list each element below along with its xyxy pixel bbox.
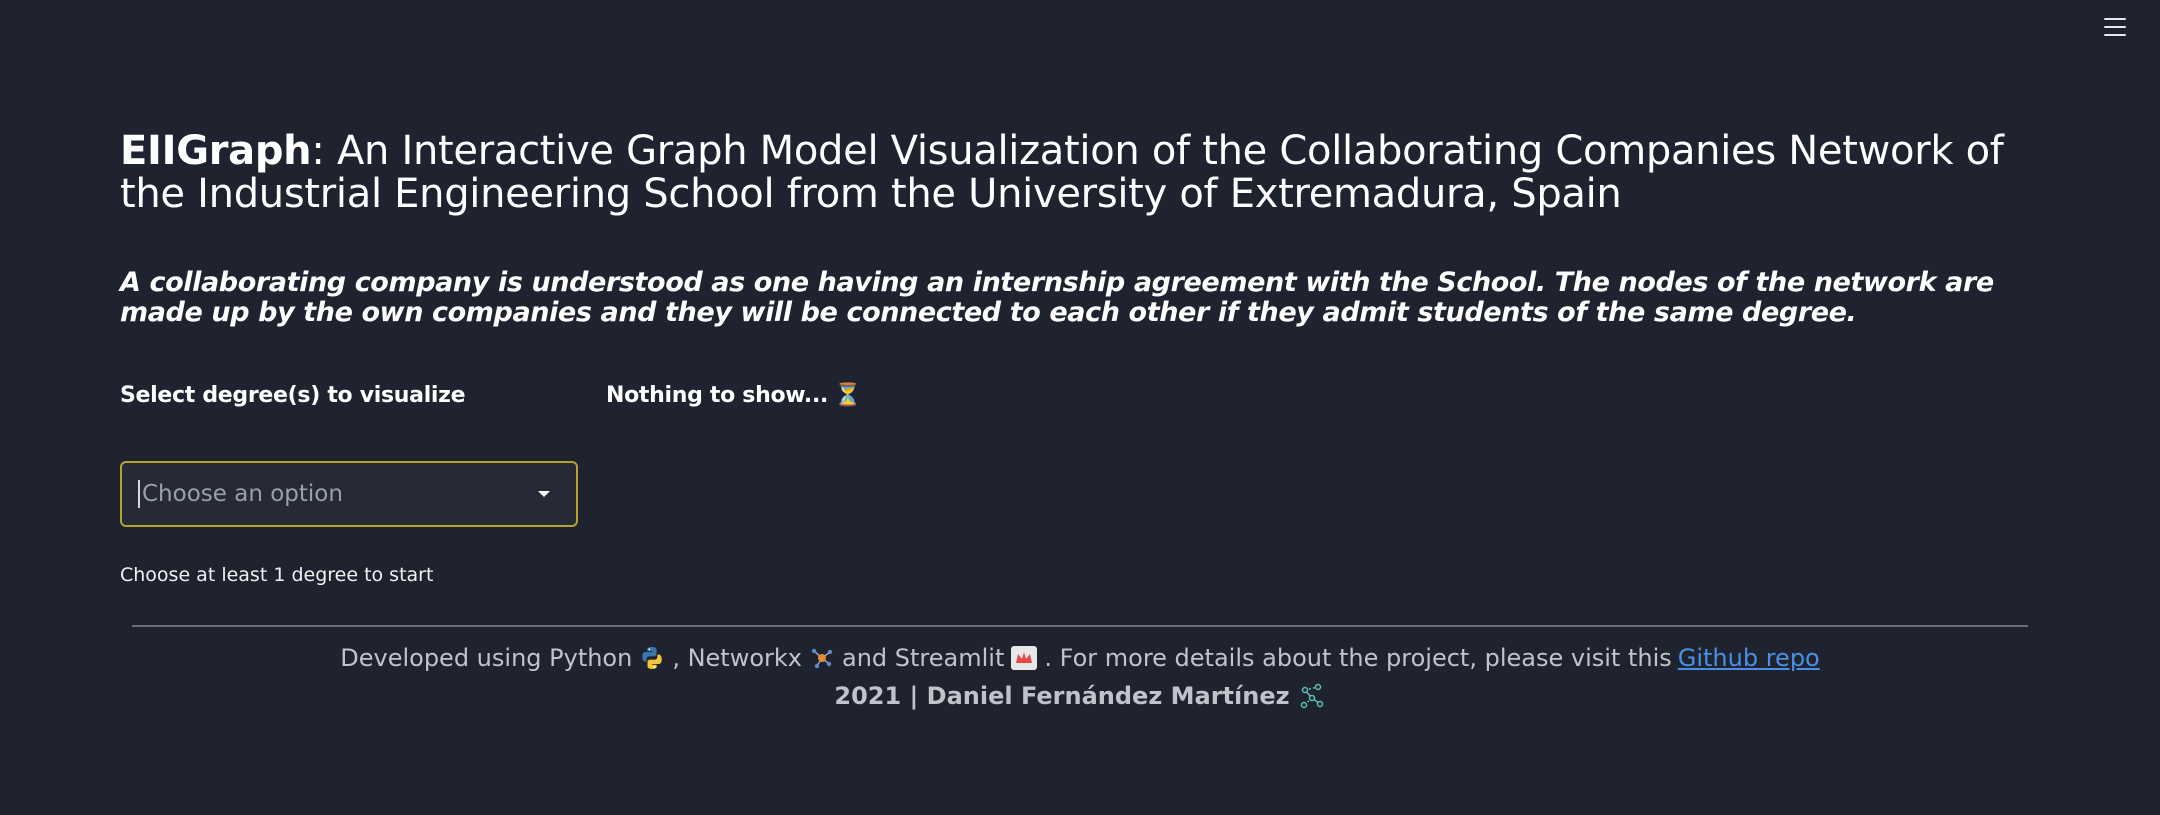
status-text: Nothing to show... (606, 383, 829, 408)
degree-select-label: Select degree(s) to visualize (120, 383, 466, 408)
page-title: EIIGraph: An Interactive Graph Model Vis… (120, 130, 2040, 216)
footer-developed-using: Developed using Python (340, 644, 633, 672)
chevron-down-icon[interactable] (538, 491, 550, 497)
footer-credits: Developed using Python , Networkx and St… (0, 644, 2160, 672)
title-description: : An Interactive Graph Model Visualizati… (120, 128, 2004, 217)
subtitle-emphasis: internship (972, 267, 1126, 298)
footer-and-streamlit: and Streamlit (842, 644, 1005, 672)
footer-credit-text: 2021 | Daniel Fernández Martínez (834, 682, 1290, 710)
networkx-icon (811, 648, 833, 669)
hamburger-menu-icon[interactable] (2098, 10, 2132, 44)
select-placeholder[interactable]: Choose an option (142, 481, 538, 507)
footer-author: 2021 | Daniel Fernández Martínez (0, 682, 2160, 710)
hourglass-icon: ⏳ (834, 383, 862, 408)
footer-networkx: , Networkx (672, 644, 802, 672)
select-hint: Choose at least 1 degree to start (120, 564, 434, 586)
footer-more-details: . For more details about the project, pl… (1044, 644, 1672, 672)
page-subtitle: A collaborating company is understood as… (120, 268, 2040, 328)
text-cursor (138, 480, 140, 508)
github-repo-link[interactable]: Github repo (1678, 644, 1820, 672)
graph-icon (1300, 683, 1323, 709)
title-app-name: EIIGraph (120, 128, 312, 174)
subtitle-part1: A collaborating company is understood as… (120, 267, 973, 298)
status-message: Nothing to show... ⏳ (606, 383, 861, 408)
degree-multiselect[interactable]: Choose an option (120, 461, 578, 527)
streamlit-icon (1011, 646, 1038, 670)
app-page: EIIGraph: An Interactive Graph Model Vis… (0, 0, 2160, 815)
footer-divider (132, 625, 2028, 627)
python-icon (642, 647, 663, 669)
